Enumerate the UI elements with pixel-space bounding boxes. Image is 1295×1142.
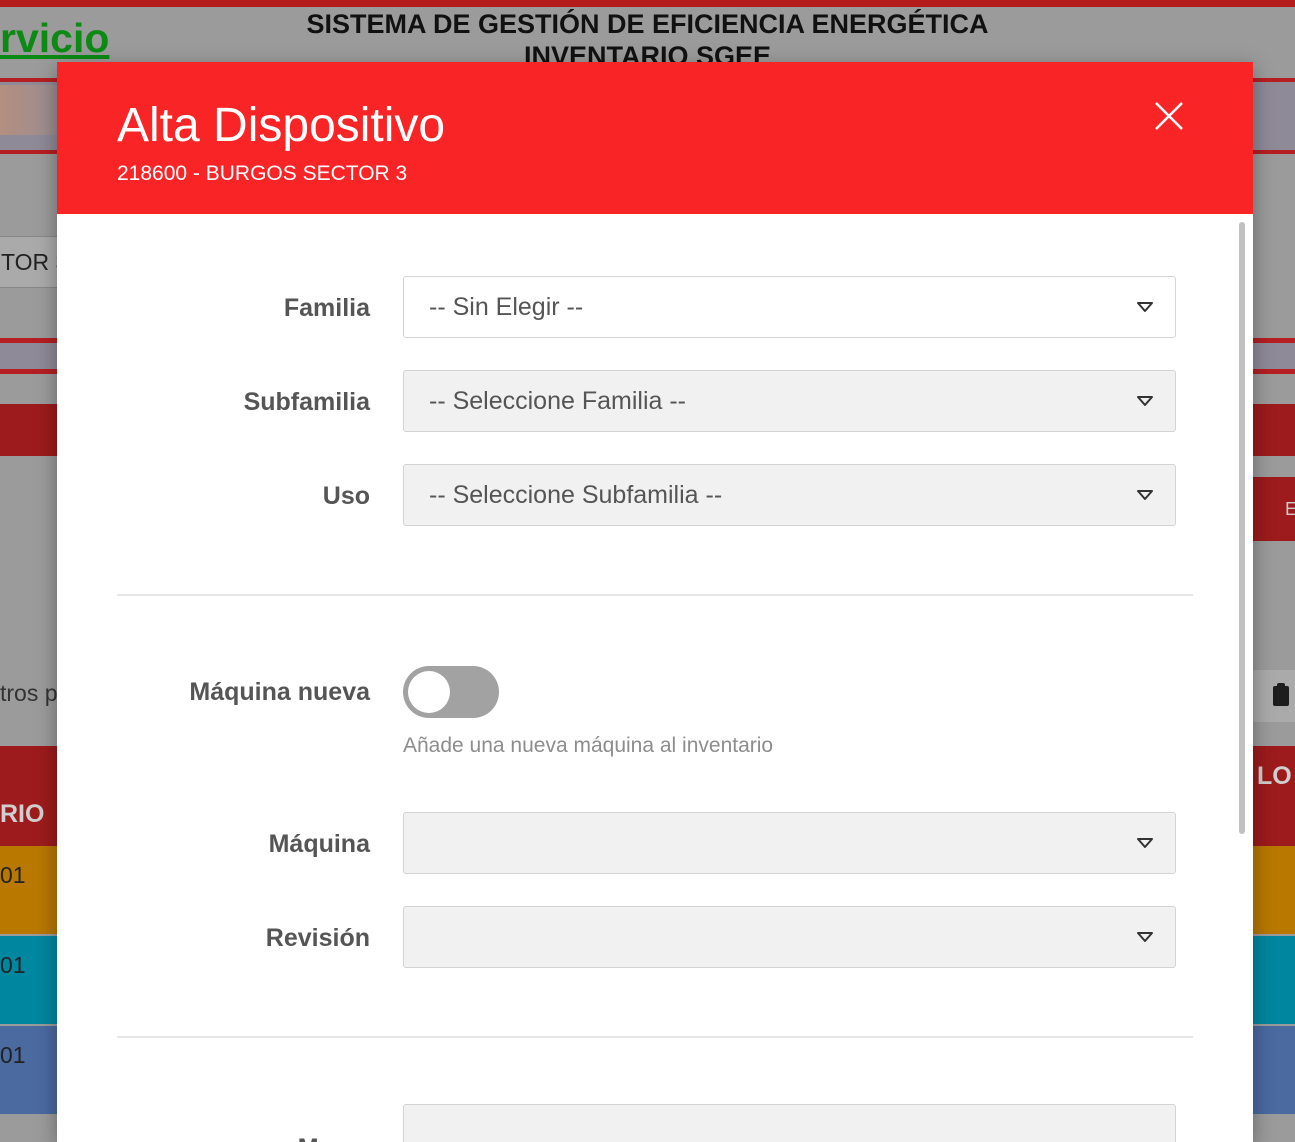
close-icon bbox=[1155, 102, 1183, 130]
action-button[interactable]: E bbox=[1253, 477, 1295, 541]
revision-row: Revisión bbox=[57, 906, 1253, 970]
uso-select[interactable]: -- Seleccione Subfamilia -- bbox=[403, 464, 1176, 526]
modal-title: Alta Dispositivo bbox=[117, 99, 446, 152]
familia-select[interactable]: -- Sin Elegir -- bbox=[403, 276, 1176, 338]
caret-down-icon bbox=[1137, 396, 1153, 406]
uso-label: Uso bbox=[322, 482, 370, 510]
maquina-label: Máquina bbox=[268, 830, 370, 858]
subfamilia-row: Subfamilia -- Seleccione Familia -- bbox=[57, 370, 1253, 434]
familia-row: Familia -- Sin Elegir -- bbox=[57, 276, 1253, 340]
modal-header: Alta Dispositivo 218600 - BURGOS SECTOR … bbox=[57, 62, 1253, 214]
maquina-nueva-help: Añade una nueva máquina al inventario bbox=[403, 734, 774, 757]
familia-label: Familia bbox=[283, 294, 370, 322]
top-bar bbox=[0, 0, 1295, 7]
caret-down-icon bbox=[1137, 302, 1153, 312]
table-header-left[interactable]: RIO bbox=[0, 800, 44, 829]
table-cell: 01 bbox=[0, 862, 26, 888]
maquina-select[interactable] bbox=[403, 812, 1176, 874]
alta-dispositivo-modal: Alta Dispositivo 218600 - BURGOS SECTOR … bbox=[57, 62, 1253, 1142]
section-divider bbox=[117, 1036, 1193, 1038]
caret-down-icon bbox=[1137, 838, 1153, 848]
revision-label: Revisión bbox=[265, 924, 370, 952]
table-cell: 01 bbox=[0, 952, 26, 978]
table-cell: 01 bbox=[0, 1042, 26, 1068]
section-divider bbox=[117, 594, 1193, 596]
revision-select[interactable] bbox=[403, 906, 1176, 968]
marca-row: Marca bbox=[57, 1104, 1253, 1142]
subfamilia-select[interactable]: -- Seleccione Familia -- bbox=[403, 370, 1176, 432]
table-header-right[interactable]: LO bbox=[1253, 762, 1292, 791]
uso-row: Uso -- Seleccione Subfamilia -- bbox=[57, 464, 1253, 528]
marca-label: Marca bbox=[117, 1116, 370, 1142]
filter-label: tros p bbox=[0, 680, 58, 706]
caret-down-icon bbox=[1137, 932, 1153, 942]
maquina-nueva-row: Máquina nueva bbox=[57, 660, 1253, 724]
close-button[interactable] bbox=[1151, 98, 1187, 134]
caret-down-icon bbox=[1137, 490, 1153, 500]
marca-select[interactable] bbox=[403, 1104, 1176, 1142]
familia-value: -- Sin Elegir -- bbox=[429, 293, 584, 321]
toggle-knob bbox=[408, 671, 450, 713]
uso-value: -- Seleccione Subfamilia -- bbox=[429, 481, 723, 509]
subfamilia-value: -- Seleccione Familia -- bbox=[429, 387, 687, 415]
modal-subtitle: 218600 - BURGOS SECTOR 3 bbox=[117, 162, 408, 185]
maquina-nueva-toggle[interactable] bbox=[403, 666, 499, 718]
maquina-row: Máquina bbox=[57, 812, 1253, 876]
banner-image bbox=[0, 85, 57, 135]
subfamilia-label: Subfamilia bbox=[243, 388, 370, 416]
app-title-line1: SISTEMA DE GESTIÓN DE EFICIENCIA ENERGÉT… bbox=[306, 9, 989, 39]
maquina-nueva-label: Máquina nueva bbox=[189, 678, 370, 706]
clipboard-icon bbox=[1273, 683, 1289, 706]
